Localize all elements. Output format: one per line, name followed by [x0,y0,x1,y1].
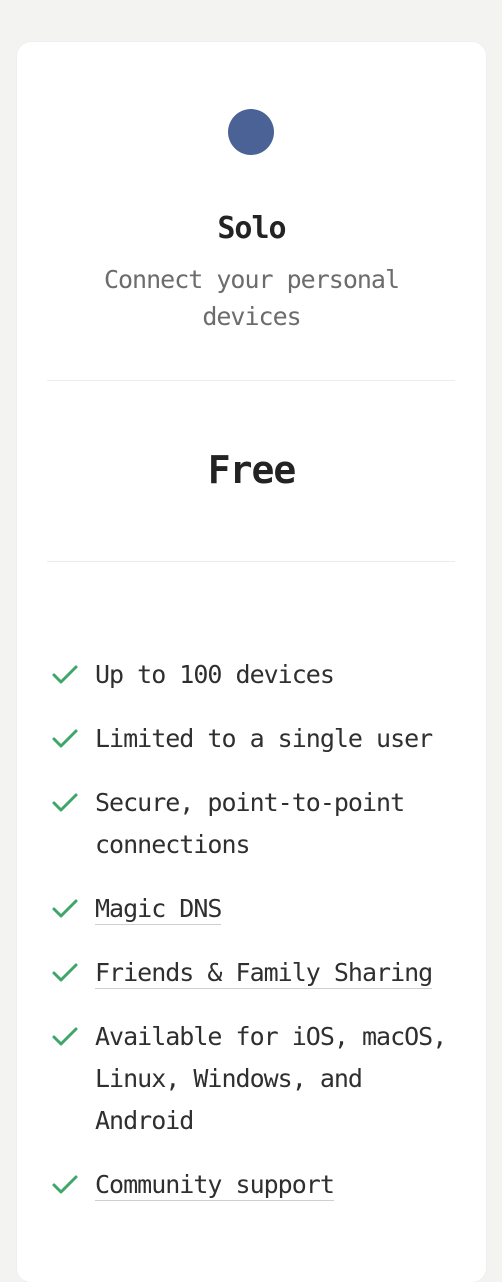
magic-dns-link[interactable]: Magic DNS [95,894,222,925]
pricing-card: Solo Connect your personal devices Free … [17,42,486,1282]
friends-family-sharing-link[interactable]: Friends & Family Sharing [95,958,433,989]
feature-item: Limited to a single user [47,718,467,760]
plan-name: Solo [217,211,286,246]
plan-color-dot [228,109,274,155]
check-icon [52,1175,78,1194]
check-icon [52,963,78,982]
feature-item-magic-dns[interactable]: Magic DNS [47,888,467,930]
divider [47,561,455,562]
feature-text: Up to 100 devices [95,660,335,689]
divider [47,380,455,381]
feature-text: Limited to a single user [95,724,433,753]
check-icon [52,729,78,748]
check-icon [52,1027,78,1046]
feature-item-community-support[interactable]: Community support [47,1164,467,1206]
check-icon [52,899,78,918]
check-icon [52,793,78,812]
feature-item: Available for iOS, macOS, Linux, Windows… [47,1016,467,1142]
plan-description: Connect your personal devices [103,265,400,331]
community-support-link[interactable]: Community support [95,1170,335,1201]
feature-text: Secure, point-to-point connections [95,788,405,859]
check-icon [52,665,78,684]
plan-price: Free [207,448,297,492]
feature-item: Secure, point-to-point connections [47,782,467,866]
feature-item: Up to 100 devices [47,654,467,696]
feature-text: Available for iOS, macOS, Linux, Windows… [95,1022,447,1135]
feature-list: Up to 100 devices Limited to a single us… [47,654,467,1228]
feature-item-sharing[interactable]: Friends & Family Sharing [47,952,467,994]
